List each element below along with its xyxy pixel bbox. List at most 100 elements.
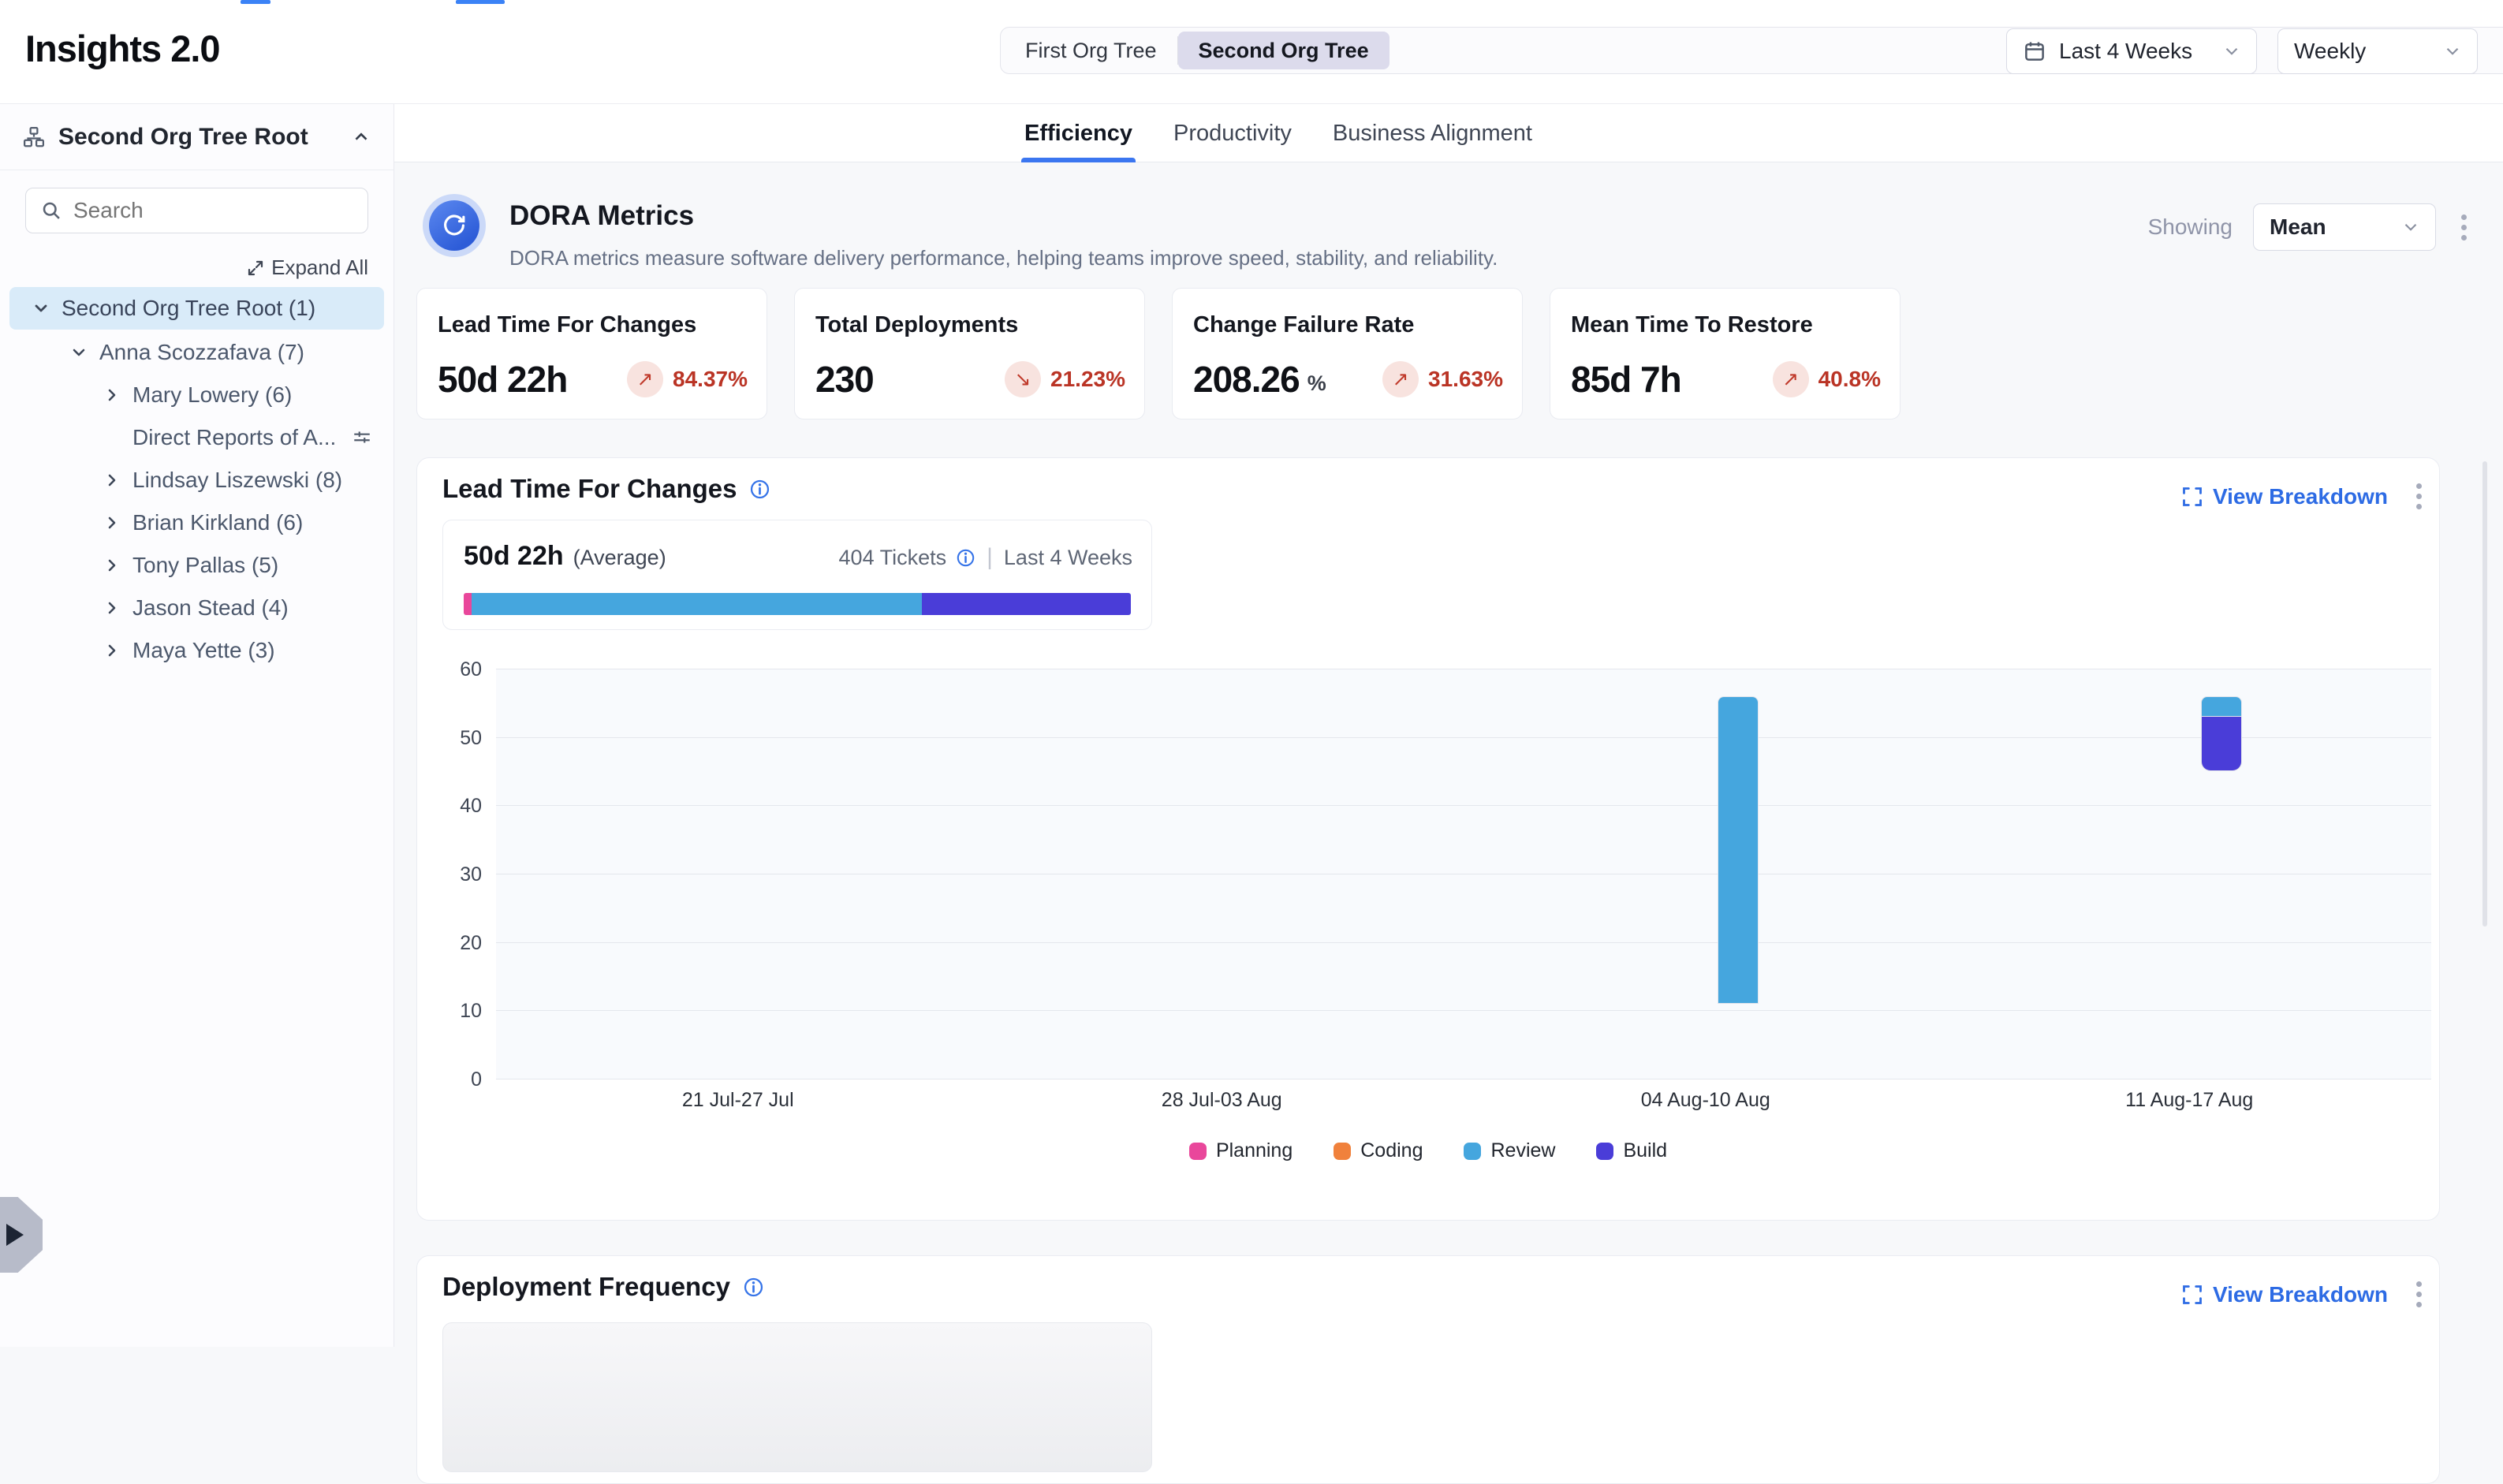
expand-corners-icon	[2181, 1284, 2203, 1306]
phase-segment-review[interactable]	[472, 593, 922, 615]
view-breakdown-label: View Breakdown	[2213, 484, 2388, 509]
tree-item-label: Maya Yette (3)	[132, 638, 275, 663]
clipped-text-artifact	[456, 0, 505, 4]
legend-swatch	[1464, 1143, 1481, 1160]
legend-item-review[interactable]: Review	[1464, 1139, 1555, 1162]
view-breakdown-button[interactable]: View Breakdown	[2181, 484, 2388, 509]
chevron-up-icon[interactable]	[351, 127, 371, 147]
search-input[interactable]	[73, 198, 353, 223]
trend-value: 40.8%	[1818, 367, 1881, 392]
legend-swatch	[1596, 1143, 1613, 1160]
tree-item-lindsay-liszewski[interactable]: Lindsay Liszewski (8)	[0, 459, 394, 502]
tab-efficiency[interactable]: Efficiency	[1021, 104, 1136, 162]
dora-metric-cards: Lead Time For Changes 50d 22h ↗ 84.37% T…	[416, 288, 1901, 419]
chevron-right-icon[interactable]	[103, 556, 121, 575]
phase-distribution-bar	[464, 593, 1131, 615]
kebab-menu-icon[interactable]	[2412, 479, 2427, 514]
kebab-menu-icon[interactable]	[2412, 1277, 2427, 1312]
filter-sliders-icon[interactable]	[352, 427, 372, 448]
metric-card-mean-time-to-restore[interactable]: Mean Time To Restore 85d 7h ↗ 40.8%	[1550, 288, 1901, 419]
metric-value: 50d 22h	[438, 358, 567, 401]
info-icon[interactable]	[743, 1277, 764, 1298]
chevron-right-icon[interactable]	[103, 386, 121, 405]
tabs: Efficiency Productivity Business Alignme…	[1021, 104, 1535, 162]
view-breakdown-button[interactable]: View Breakdown	[2181, 1282, 2388, 1307]
tree-item-maya-yette[interactable]: Maya Yette (3)	[0, 629, 394, 672]
expand-all-button[interactable]: Expand All	[246, 255, 368, 280]
legend-item-coding[interactable]: Coding	[1334, 1139, 1423, 1162]
org-tree-option-first[interactable]: First Org Tree	[1005, 32, 1177, 69]
date-range-select[interactable]: Last 4 Weeks	[2006, 28, 2257, 74]
legend-item-build[interactable]: Build	[1596, 1139, 1667, 1162]
y-axis-tick-label: 10	[460, 1000, 482, 1023]
scrollbar[interactable]	[2482, 461, 2487, 927]
tree-item-label: Anna Scozzafava (7)	[99, 340, 304, 365]
tree-item-label: Tony Pallas (5)	[132, 553, 278, 578]
bar-04-aug-10-aug[interactable]	[1685, 669, 1726, 1079]
showing-select[interactable]: Mean	[2253, 203, 2436, 251]
sidebar-search[interactable]	[25, 188, 368, 233]
chevron-right-icon[interactable]	[103, 513, 121, 532]
showing-label: Showing	[2148, 214, 2233, 240]
phase-segment-build[interactable]	[922, 593, 1131, 615]
trend-value: 21.23%	[1050, 367, 1125, 392]
metric-value: 208.26	[1193, 358, 1300, 401]
org-chart-icon	[22, 125, 46, 149]
tab-business-alignment[interactable]: Business Alignment	[1330, 104, 1535, 162]
sidebar: Second Org Tree Root Expand All Second O…	[0, 104, 394, 1347]
chevron-right-icon[interactable]	[103, 598, 121, 617]
tree-item-label: Lindsay Liszewski (8)	[132, 468, 342, 493]
view-breakdown-label: View Breakdown	[2213, 1282, 2388, 1307]
chevron-down-icon[interactable]	[69, 343, 88, 362]
tree-item-direct-reports[interactable]: Direct Reports of A...	[0, 416, 394, 459]
x-axis-label: 11 Aug-17 Aug	[2125, 1089, 2253, 1112]
chevron-down-icon[interactable]	[32, 299, 50, 318]
tree-item-label: Mary Lowery (6)	[132, 382, 292, 408]
dora-subtitle: DORA metrics measure software delivery p…	[509, 246, 1498, 270]
period-label: Last 4 Weeks	[1004, 546, 1132, 570]
org-tree-option-second[interactable]: Second Org Tree	[1178, 32, 1390, 69]
info-icon[interactable]	[956, 548, 975, 568]
tree-item-brian-kirkland[interactable]: Brian Kirkland (6)	[0, 502, 394, 544]
legend-item-planning[interactable]: Planning	[1189, 1139, 1293, 1162]
lead-time-ylabels: 0102030405060	[427, 669, 482, 1079]
chevron-down-icon	[2442, 41, 2463, 62]
y-axis-tick-label: 20	[460, 932, 482, 955]
bar-11-aug-17-aug[interactable]	[2169, 669, 2210, 1079]
bar-28-jul-03-aug[interactable]	[1201, 669, 1242, 1079]
tree-item-second-org-tree-root[interactable]: Second Org Tree Root (1)	[9, 287, 384, 330]
metric-card-total-deployments[interactable]: Total Deployments 230 ↘ 21.23%	[794, 288, 1145, 419]
metric-card-lead-time[interactable]: Lead Time For Changes 50d 22h ↗ 84.37%	[416, 288, 767, 419]
gridline	[496, 737, 2431, 738]
granularity-select[interactable]: Weekly	[2277, 28, 2478, 74]
x-axis-label: 21 Jul-27 Jul	[682, 1089, 794, 1112]
bar-21-jul-27-jul[interactable]	[718, 669, 759, 1079]
phase-segment-planning[interactable]	[464, 593, 472, 615]
tree-item-anna-scozzafava[interactable]: Anna Scozzafava (7)	[0, 331, 394, 374]
legend-swatch	[1334, 1143, 1351, 1160]
sidebar-header[interactable]: Second Org Tree Root	[0, 104, 394, 170]
metric-value: 230	[815, 358, 874, 401]
kebab-menu-icon[interactable]	[2456, 210, 2471, 245]
tree-item-mary-lowery[interactable]: Mary Lowery (6)	[0, 374, 394, 416]
legend-swatch	[1189, 1143, 1207, 1160]
meta-divider: |	[987, 544, 993, 571]
chevron-down-icon	[2400, 217, 2421, 237]
deployment-summary-card	[442, 1322, 1152, 1472]
chevron-right-icon[interactable]	[103, 641, 121, 660]
trend-value: 84.37%	[673, 367, 748, 392]
sidebar-header-label: Second Org Tree Root	[58, 124, 338, 151]
org-tree: Second Org Tree Root (1) Anna Scozzafava…	[0, 287, 394, 672]
tree-item-jason-stead[interactable]: Jason Stead (4)	[0, 587, 394, 629]
trend-value: 31.63%	[1428, 367, 1503, 392]
lead-time-panel: Lead Time For Changes View Breakdown 50d…	[416, 457, 2440, 1221]
lead-time-title: Lead Time For Changes	[442, 474, 737, 504]
metric-card-change-failure-rate[interactable]: Change Failure Rate 208.26 % ↗ 31.63%	[1172, 288, 1523, 419]
search-icon	[40, 199, 62, 222]
play-arrow-icon	[6, 1224, 24, 1246]
chevron-right-icon[interactable]	[103, 471, 121, 490]
info-icon[interactable]	[749, 479, 770, 500]
metric-title: Change Failure Rate	[1193, 312, 1501, 338]
tab-productivity[interactable]: Productivity	[1170, 104, 1295, 162]
tree-item-tony-pallas[interactable]: Tony Pallas (5)	[0, 544, 394, 587]
